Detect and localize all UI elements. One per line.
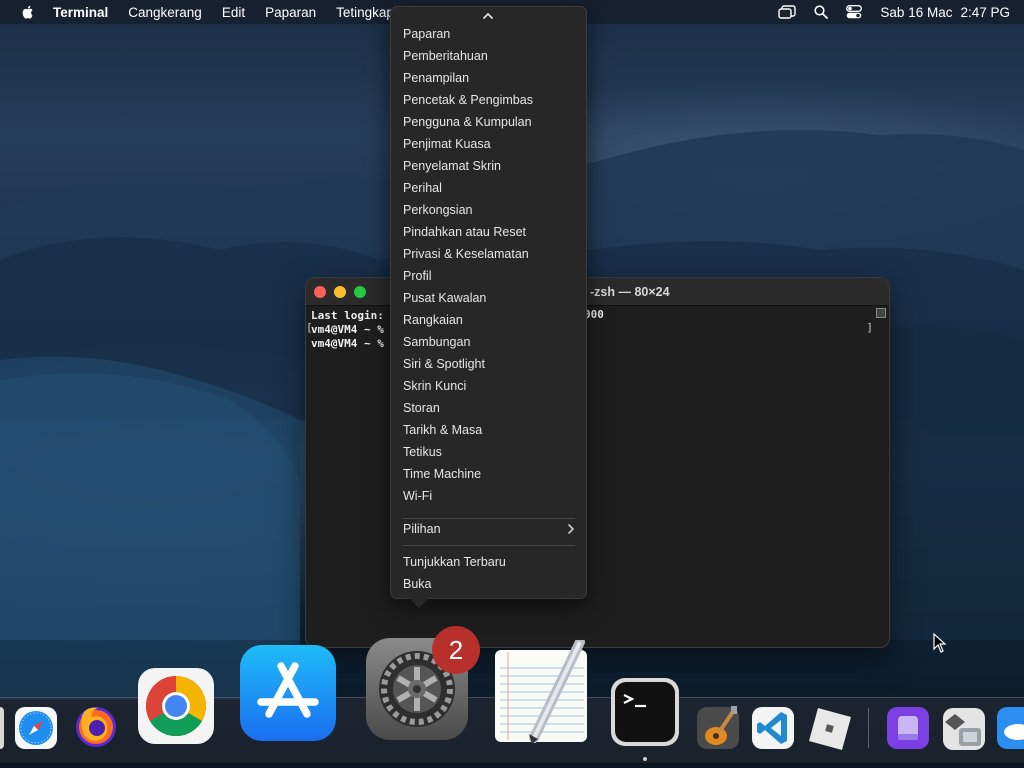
menu-shell[interactable]: Cangkerang	[128, 5, 202, 20]
menu-item[interactable]: Pindahkan atau Reset	[403, 222, 526, 242]
menu-item-show-recent[interactable]: Tunjukkan Terbaru	[403, 552, 506, 572]
mark-bracket-left: [	[306, 321, 313, 334]
menubar-time[interactable]: 2:47 PG	[960, 5, 1010, 20]
menu-item-open[interactable]: Buka	[403, 574, 432, 594]
menu-window[interactable]: Tetingkap	[336, 5, 394, 20]
submenu-chevron-icon	[568, 524, 574, 534]
menu-item[interactable]: Time Machine	[403, 464, 481, 484]
menu-item[interactable]: Pengguna & Kumpulan	[403, 112, 532, 132]
menu-item[interactable]: Penyelamat Skrin	[403, 156, 501, 176]
menu-item[interactable]: Pemberitahuan	[403, 46, 488, 66]
minimize-window-button[interactable]	[334, 286, 346, 298]
stage-manager-icon[interactable]	[778, 5, 797, 19]
menu-item[interactable]: Siri & Spotlight	[403, 354, 485, 374]
menu-item[interactable]: Skrin Kunci	[403, 376, 466, 396]
migration-icon[interactable]	[941, 706, 987, 752]
vscode-icon[interactable]	[751, 706, 795, 750]
menu-item[interactable]: Rangkaian	[403, 310, 463, 330]
roblox-icon[interactable]	[805, 704, 853, 752]
menu-item-options[interactable]: Pilihan	[403, 519, 441, 539]
menu-item[interactable]: Perihal	[403, 178, 442, 198]
chrome-icon[interactable]	[137, 667, 215, 745]
podcast-icon[interactable]	[886, 706, 930, 750]
menu-item[interactable]: Sambungan	[403, 332, 470, 352]
menu-item[interactable]: Storan	[403, 398, 440, 418]
split-pane-button[interactable]	[876, 308, 886, 318]
running-indicator-dot	[643, 757, 647, 761]
mark-bracket-right: ]	[866, 321, 873, 334]
firefox-icon[interactable]	[72, 702, 120, 750]
close-window-button[interactable]	[314, 286, 326, 298]
menu-item[interactable]: Penampilan	[403, 68, 469, 88]
mouse-cursor-icon	[933, 633, 947, 653]
menu-item[interactable]: Perkongsian	[403, 200, 473, 220]
menu-item[interactable]: Privasi & Keselamatan	[403, 244, 529, 264]
system-settings-dock-menu: Paparan Pemberitahuan Penampilan Pencetak &…	[390, 6, 587, 608]
menu-item[interactable]: Pencetak & Pengimbas	[403, 90, 533, 110]
textedit-icon[interactable]	[494, 640, 590, 746]
terminal-window-title: -zsh — 80×24	[590, 285, 670, 299]
apple-menu-icon[interactable]	[20, 4, 36, 20]
scroll-up-chevron-icon[interactable]	[482, 11, 494, 21]
dock-divider	[868, 708, 869, 748]
menu-separator	[403, 545, 575, 546]
terminal-icon[interactable]	[610, 677, 680, 747]
menu-item[interactable]: Pusat Kawalan	[403, 288, 486, 308]
spotlight-search-icon[interactable]	[814, 5, 829, 19]
menu-view[interactable]: Paparan	[265, 5, 316, 20]
menu-item[interactable]: Profil	[403, 266, 431, 286]
weather-icon[interactable]	[996, 706, 1024, 750]
garageband-icon[interactable]	[696, 704, 740, 750]
menu-item[interactable]: Wi-Fi	[403, 486, 432, 506]
menu-item[interactable]: Paparan	[403, 24, 450, 44]
notification-badge: 2	[432, 626, 480, 674]
menubar-date[interactable]: Sab 16 Mac	[880, 5, 952, 20]
menu-app-name[interactable]: Terminal	[53, 5, 108, 20]
zoom-window-button[interactable]	[354, 286, 366, 298]
menu-item[interactable]: Tarikh & Masa	[403, 420, 482, 440]
menu-item[interactable]: Tetikus	[403, 442, 442, 462]
control-center-icon[interactable]	[846, 5, 863, 19]
safari-icon[interactable]	[14, 706, 58, 750]
app-store-icon[interactable]	[239, 644, 337, 742]
menu-edit[interactable]: Edit	[222, 5, 245, 20]
hidden-dock-app-icon[interactable]	[0, 706, 6, 750]
menu-item[interactable]: Penjimat Kuasa	[403, 134, 491, 154]
menu-pointer-arrow	[409, 598, 429, 608]
